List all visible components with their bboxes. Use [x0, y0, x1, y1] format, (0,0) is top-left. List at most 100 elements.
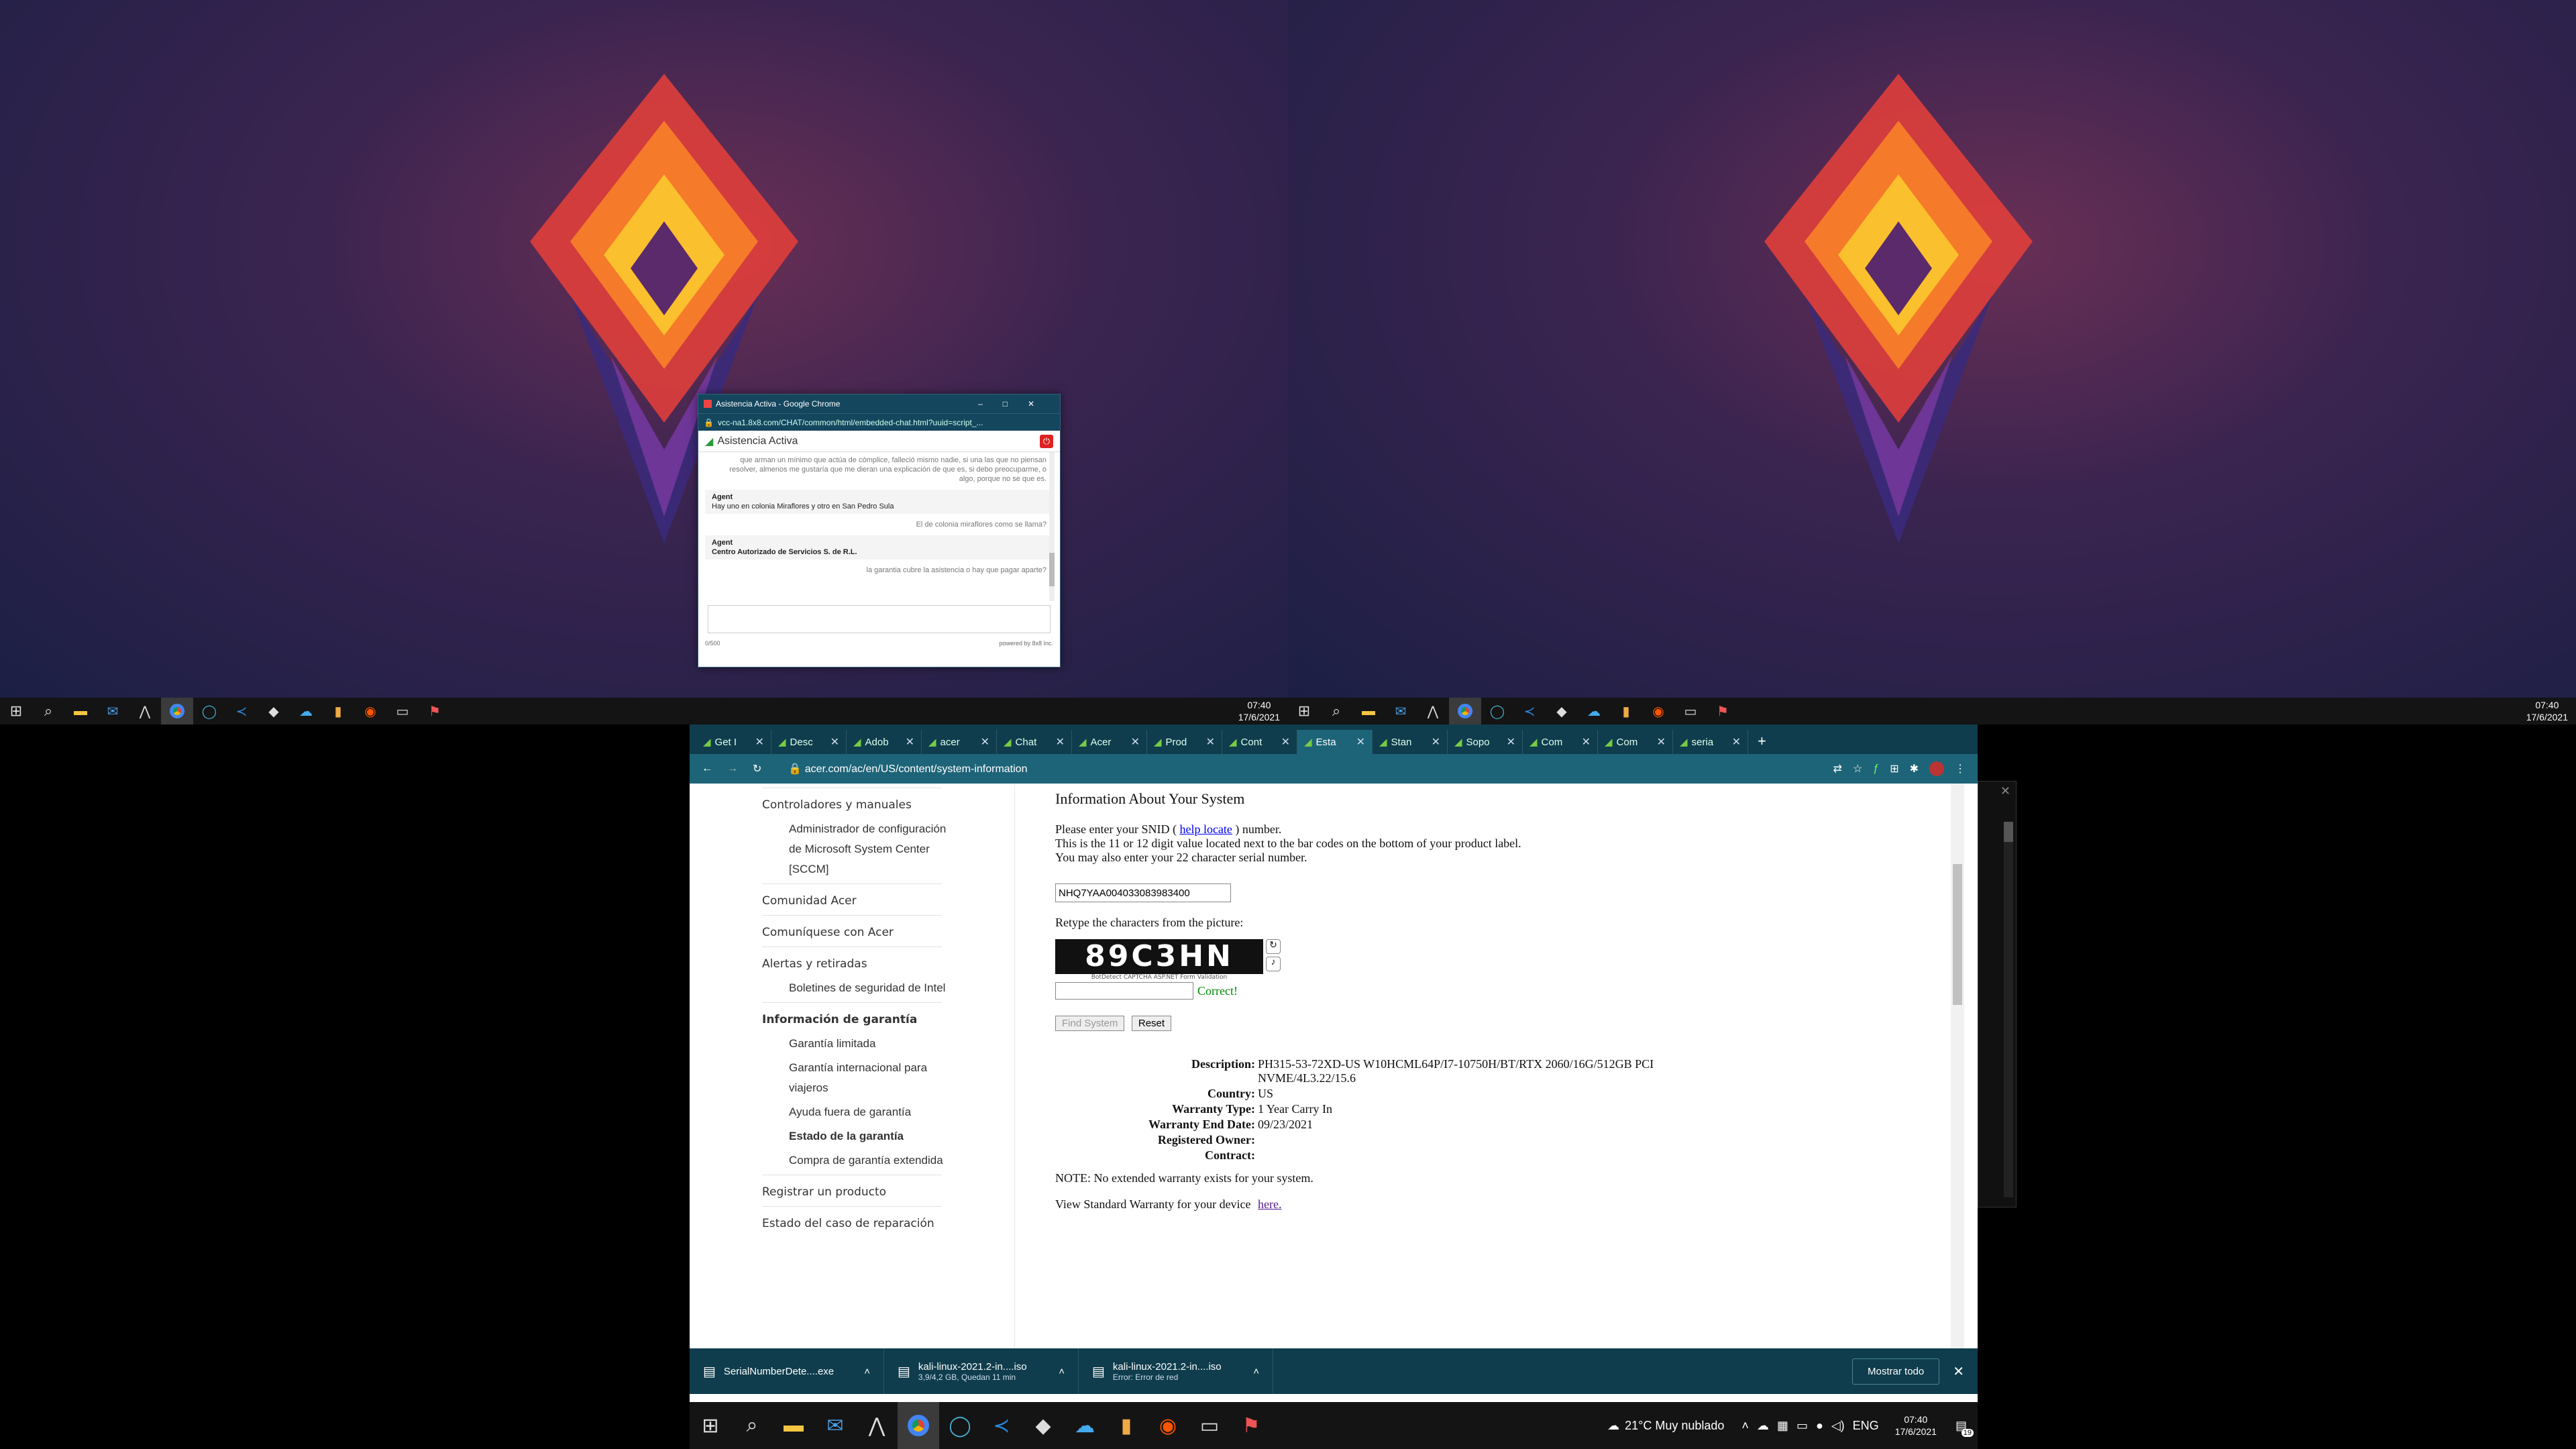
clock[interactable]: 07:40 17/6/2021	[1230, 699, 1288, 723]
brave-icon[interactable]: ◉	[1147, 1402, 1189, 1449]
page-scrollbar[interactable]	[1951, 784, 1964, 1348]
kali-icon[interactable]: ⚑	[1707, 698, 1739, 724]
notifications-icon[interactable]: ▤ 19	[1955, 1419, 1974, 1437]
chevron-up-icon[interactable]: ˄	[1741, 1419, 1749, 1433]
kali-icon[interactable]: ⚑	[1230, 1402, 1272, 1449]
clock[interactable]: 07:40 17/6/2021	[2518, 699, 2576, 723]
close-tab-icon[interactable]: ✕	[981, 735, 989, 749]
browser-tab[interactable]: ◢ acer ✕	[922, 730, 997, 754]
window-controls[interactable]: –□✕	[978, 399, 1055, 409]
refresh-captcha-icon[interactable]: ↻	[1266, 939, 1281, 954]
captcha-input[interactable]	[1055, 982, 1193, 1000]
browser-tab[interactable]: ◢ Prod ✕	[1147, 730, 1222, 754]
find-system-button[interactable]: Find System	[1055, 1016, 1125, 1031]
mail-icon[interactable]: ✉	[97, 698, 129, 724]
close-download-bar-icon[interactable]: ✕	[1953, 1363, 1964, 1380]
file-explorer-icon[interactable]: ▬	[773, 1402, 814, 1449]
mail-icon[interactable]: ✉	[1385, 698, 1417, 724]
sidebar-item[interactable]: Registrar un producto	[690, 1182, 1014, 1202]
extension-icon[interactable]: ƒ	[1873, 763, 1879, 775]
notes-icon[interactable]: ▮	[322, 698, 354, 724]
weather-text[interactable]: 21°C Muy nublado	[1625, 1419, 1724, 1433]
browser-tab[interactable]: ◢ Acer ✕	[1072, 730, 1147, 754]
brave-icon[interactable]: ◉	[354, 698, 386, 724]
browser-tab[interactable]: ◢ Cont ✕	[1222, 730, 1297, 754]
close-chat-button[interactable]: ⏻	[1040, 434, 1053, 448]
forward-icon[interactable]: →	[727, 763, 738, 775]
browser-tab[interactable]: ◢ Desc ✕	[771, 730, 847, 754]
view-warranty-link[interactable]: here.	[1258, 1197, 1281, 1211]
address-bar[interactable]: 🔒 acer.com/ac/en/US/content/system-infor…	[788, 762, 1822, 775]
cortana-icon[interactable]: ◯	[1481, 698, 1513, 724]
sidebar-item[interactable]: Ayuda fuera de garantía	[690, 1102, 951, 1122]
puzzle-icon[interactable]: ✱	[1910, 762, 1919, 775]
terminal-icon[interactable]: ▭	[1674, 698, 1707, 724]
close-tab-icon[interactable]: ✕	[830, 735, 839, 749]
grid-icon[interactable]: ⊞	[1890, 762, 1898, 775]
close-tab-icon[interactable]: ✕	[1131, 735, 1140, 749]
sidebar-item[interactable]: Estado del caso de reparación	[690, 1214, 1014, 1234]
network-icon[interactable]: ▦	[1777, 1419, 1788, 1433]
sidebar-item[interactable]: Garantía internacional para viajeros	[690, 1058, 951, 1098]
chevron-up-icon[interactable]: ˄	[1253, 1366, 1259, 1377]
chrome-icon[interactable]	[1449, 698, 1481, 724]
sidebar-item[interactable]: Garantía limitada	[690, 1034, 951, 1054]
vscode-icon[interactable]: ≺	[1513, 698, 1546, 724]
app-icon[interactable]: ◆	[1546, 698, 1578, 724]
chat-input[interactable]	[708, 605, 1051, 633]
chat-messages[interactable]: que arman un mínimo que actúa de cómplic…	[698, 452, 1060, 601]
brave-icon[interactable]: ◉	[1642, 698, 1674, 724]
browser-tab[interactable]: ◢ Com ✕	[1598, 730, 1673, 754]
close-tab-icon[interactable]: ✕	[755, 735, 764, 749]
close-tab-icon[interactable]: ✕	[1356, 735, 1365, 749]
cortana-icon[interactable]: ◯	[193, 698, 225, 724]
app-icon[interactable]: ◆	[258, 698, 290, 724]
translate-icon[interactable]: ⇄	[1833, 762, 1842, 775]
mail-icon[interactable]: ✉	[814, 1402, 856, 1449]
weather-icon[interactable]: ☁	[1607, 1419, 1619, 1433]
terminal-icon[interactable]: ▭	[386, 698, 419, 724]
browser-tab[interactable]: ◢ Get I ✕	[696, 730, 771, 754]
browser-tab[interactable]: ◢ Adob ✕	[847, 730, 922, 754]
onedrive-icon[interactable]: ☁	[1757, 1419, 1769, 1433]
close-tab-icon[interactable]: ✕	[1507, 735, 1515, 749]
chevron-up-icon[interactable]: ˄	[1059, 1366, 1065, 1377]
sidebar-item[interactable]: Estado de la garantía	[690, 1126, 951, 1146]
back-icon[interactable]: ←	[702, 763, 712, 775]
close-tab-icon[interactable]: ✕	[1732, 735, 1741, 749]
sidebar-item[interactable]: Información de garantía	[690, 1010, 1014, 1030]
browser-tab[interactable]: ◢ Chat ✕	[997, 730, 1072, 754]
chat-scrollbar[interactable]	[1049, 452, 1055, 601]
predator-icon[interactable]: ⋀	[129, 698, 161, 724]
search-icon[interactable]: ⌕	[731, 1402, 773, 1449]
sidebar-item[interactable]: Compra de garantía extendida	[690, 1150, 951, 1171]
sidebar-item[interactable]: Comuníquese con Acer	[690, 922, 1014, 943]
close-tab-icon[interactable]: ✕	[1281, 735, 1290, 749]
sidebar-item[interactable]: Boletines de seguridad de Intel	[690, 978, 951, 998]
chat-addressbar[interactable]: 🔒 vcc-na1.8x8.com/CHAT/common/html/embed…	[698, 413, 1060, 431]
download-item[interactable]: ▤ kali-linux-2021.2-in....iso Error: Error…	[1079, 1348, 1273, 1394]
close-tab-icon[interactable]: ✕	[1657, 735, 1666, 749]
chrome-icon[interactable]	[898, 1402, 939, 1449]
clock[interactable]: 07:40 17/6/2021	[1887, 1413, 1945, 1438]
start-button[interactable]: ⊞	[0, 698, 32, 724]
cortana-icon[interactable]: ◯	[939, 1402, 981, 1449]
close-tab-icon[interactable]: ✕	[1432, 735, 1440, 749]
start-button[interactable]: ⊞	[690, 1402, 731, 1449]
close-tab-icon[interactable]: ✕	[1056, 735, 1065, 749]
serial-input[interactable]	[1055, 883, 1231, 902]
vscode-icon[interactable]: ≺	[225, 698, 258, 724]
start-button[interactable]: ⊞	[1288, 698, 1320, 724]
search-icon[interactable]: ⌕	[1320, 698, 1352, 724]
close-icon[interactable]: ✕	[1978, 782, 2016, 801]
sidebar-item[interactable]: Alertas y retiradas	[690, 954, 1014, 974]
help-locate-link[interactable]: help locate	[1179, 822, 1232, 836]
close-tab-icon[interactable]: ✕	[906, 735, 914, 749]
close-tab-icon[interactable]: ✕	[1206, 735, 1215, 749]
file-explorer-icon[interactable]: ▬	[1352, 698, 1385, 724]
browser-tab[interactable]: ◢ seria ✕	[1673, 730, 1748, 754]
weather-app-icon[interactable]: ☁	[290, 698, 322, 724]
weather-app-icon[interactable]: ☁	[1578, 698, 1610, 724]
reset-button[interactable]: Reset	[1131, 1016, 1172, 1031]
language-indicator[interactable]: ENG	[1853, 1419, 1879, 1433]
